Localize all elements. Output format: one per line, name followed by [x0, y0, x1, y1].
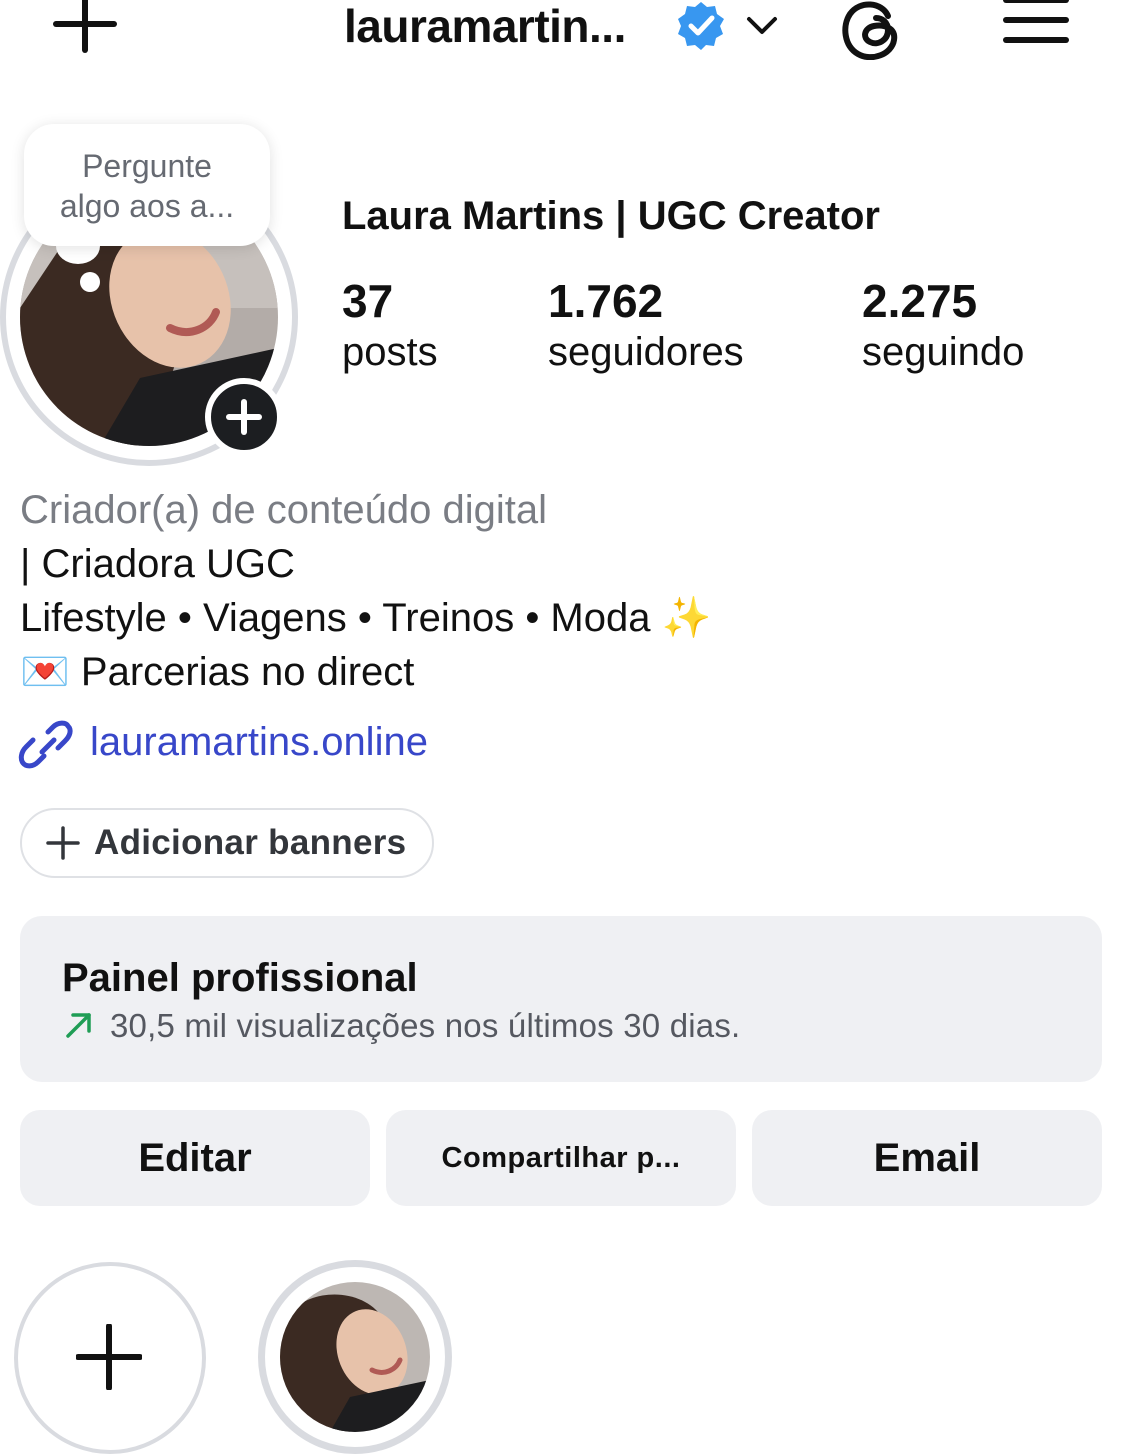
trend-up-arrow-icon — [66, 1013, 91, 1038]
highlight-cover[interactable] — [280, 1282, 430, 1432]
plus-icon — [46, 826, 80, 860]
note-bubble-tail-dot — [80, 272, 100, 292]
plus-icon — [76, 1324, 142, 1390]
add-story-button[interactable] — [205, 378, 283, 456]
chevron-down-icon[interactable] — [744, 8, 780, 44]
hamburger-menu-icon[interactable] — [1002, 0, 1072, 52]
stat-following-value: 2.275 — [862, 275, 978, 327]
professional-dashboard-subtitle: 30,5 mil visualizações nos últimos 30 di… — [110, 1007, 741, 1044]
stat-followers-value: 1.762 — [548, 275, 664, 327]
stat-posts-value: 37 — [342, 275, 394, 327]
note-bubble-line1: Pergunte — [82, 148, 212, 184]
bio-line-2: Lifestyle • Viagens • Treinos • Moda ✨ — [20, 596, 712, 640]
bio-line-1: | Criadora UGC — [20, 542, 295, 586]
create-plus-icon[interactable] — [52, 0, 118, 54]
stat-posts-label: posts — [342, 330, 438, 374]
add-banners-button[interactable]: Adicionar banners — [20, 808, 434, 878]
bio-line-3: 💌 Parcerias no direct — [20, 650, 415, 694]
plus-icon — [226, 399, 262, 435]
bio-link[interactable]: lauramartins.online — [90, 714, 428, 770]
add-banners-label: Adicionar banners — [94, 823, 407, 862]
profile-display-name: Laura Martins | UGC Creator — [342, 194, 880, 238]
bio-category: Criador(a) de conteúdo digital — [20, 488, 547, 532]
link-icon — [18, 720, 73, 769]
note-bubble[interactable]: Pergunte algo aos a... — [24, 124, 270, 246]
email-button[interactable]: Email — [752, 1110, 1102, 1206]
stat-following-label: seguindo — [862, 330, 1025, 374]
account-username[interactable]: lauramartin... — [344, 0, 626, 52]
verified-badge-icon — [678, 2, 724, 50]
stat-followers[interactable]: 1.762 seguidores — [548, 274, 744, 376]
stat-followers-label: seguidores — [548, 330, 744, 374]
threads-icon[interactable] — [836, 0, 908, 60]
note-bubble-line2: algo aos a... — [59, 188, 235, 224]
stat-posts[interactable]: 37 posts — [342, 274, 438, 376]
stat-following[interactable]: 2.275 seguindo — [862, 274, 1024, 376]
share-profile-button[interactable]: Compartilhar p... — [386, 1110, 736, 1206]
edit-profile-button[interactable]: Editar — [20, 1110, 370, 1206]
professional-dashboard-title: Painel profissional — [62, 956, 418, 1000]
